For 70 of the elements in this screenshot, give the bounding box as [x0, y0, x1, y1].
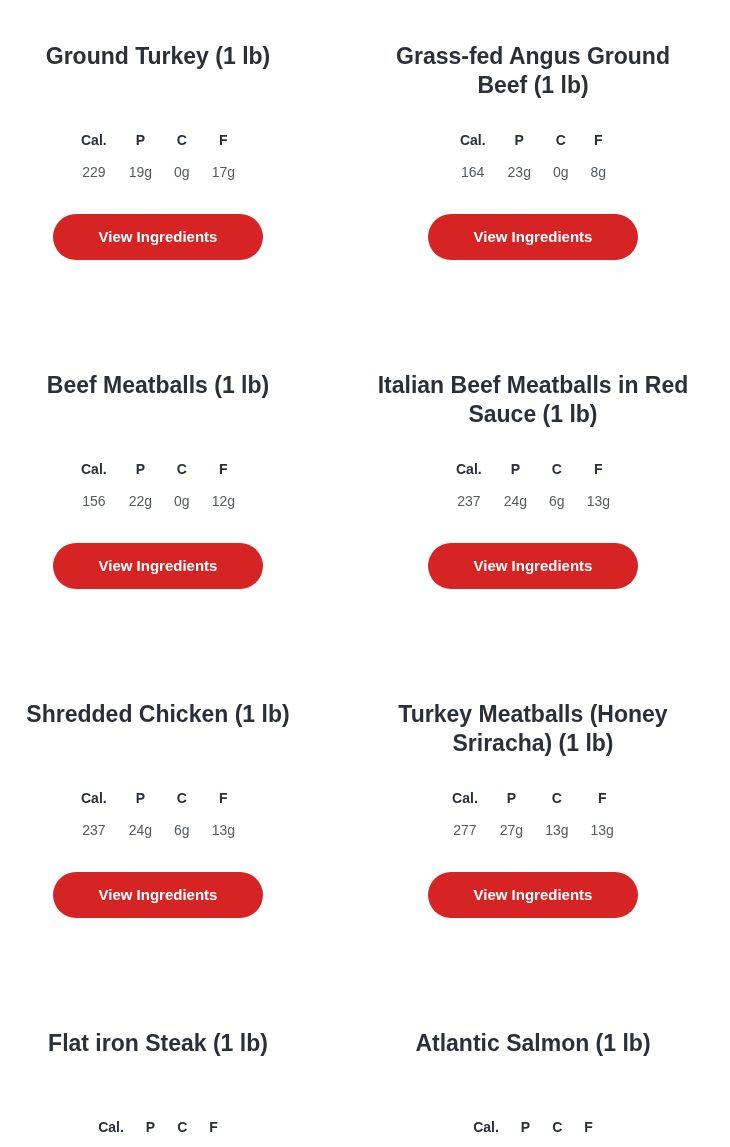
nutrition-value: 156 — [82, 493, 106, 509]
nutrition-value: 27g — [499, 822, 524, 838]
nutrition-value: 237 — [457, 493, 481, 509]
nutrition-value: 0g — [552, 164, 569, 180]
nutrition-value: 8g — [590, 164, 607, 180]
product-title: Atlantic Salmon (1 lb) — [415, 1029, 651, 1058]
nutrition-label: F — [594, 132, 603, 148]
nutrition-label: F — [594, 461, 603, 477]
nutrition-value: 17g — [211, 164, 235, 180]
view-ingredients-button[interactable]: View Ingredients — [53, 214, 263, 260]
nutrition-label: P — [514, 132, 524, 148]
product-title: Ground Turkey (1 lb) — [45, 42, 271, 71]
nutrition-label: Cal. — [81, 790, 107, 806]
nutrition-label: F — [584, 1119, 593, 1135]
nutrition-label: C — [552, 1119, 563, 1135]
nutrition-label: C — [177, 1119, 188, 1135]
nutrition-value: 0g — [174, 493, 190, 509]
product-title: Turkey Meatballs (Honey Sriracha) (1 lb) — [397, 700, 669, 758]
nutrition-value: 229 — [82, 164, 106, 180]
product-title: Flat iron Steak (1 lb) — [48, 1029, 268, 1058]
nutrition-label: F — [209, 1119, 218, 1135]
nutrition-label: Cal. — [81, 461, 107, 477]
nutrition-label: Cal. — [456, 461, 482, 477]
nutrition-value: 19g — [128, 164, 153, 180]
nutrition-label: P — [510, 461, 521, 477]
nutrition-label: Cal. — [459, 132, 486, 148]
nutrition-value: 164 — [461, 164, 485, 180]
nutrition-label: F — [219, 132, 228, 148]
nutrition-label: C — [176, 132, 187, 148]
product-title: Italian Beef Meatballs in Red Sauce (1 lb) — [376, 371, 690, 429]
view-ingredients-button[interactable]: View Ingredients — [53, 543, 263, 589]
nutrition-value: 23g — [507, 164, 531, 180]
nutrition-value: 24g — [128, 822, 153, 838]
nutrition-value: 22g — [128, 493, 153, 509]
nutrition-label: Cal. — [81, 132, 107, 148]
nutrition-label: P — [135, 790, 146, 806]
view-ingredients-button[interactable]: View Ingredients — [428, 543, 638, 589]
product-title: Shredded Chicken (1 lb) — [26, 700, 290, 729]
view-ingredients-button[interactable]: View Ingredients — [428, 214, 638, 260]
view-ingredients-button[interactable]: View Ingredients — [53, 872, 263, 918]
nutrition-label: C — [555, 132, 566, 148]
nutrition-label: F — [219, 461, 228, 477]
nutrition-value: 6g — [174, 822, 190, 838]
nutrition-value: 24g — [503, 493, 528, 509]
nutrition-label: Cal. — [452, 790, 478, 806]
nutrition-label: C — [176, 461, 187, 477]
nutrition-label: Cal. — [473, 1119, 499, 1135]
nutrition-value: 13g — [211, 822, 235, 838]
product-title: Beef Meatballs (1 lb) — [46, 371, 270, 400]
nutrition-label: Cal. — [98, 1119, 124, 1135]
nutrition-label: C — [551, 790, 562, 806]
nutrition-value: 13g — [545, 822, 569, 838]
nutrition-label: P — [145, 1119, 156, 1135]
nutrition-label: P — [135, 132, 146, 148]
nutrition-value: 13g — [590, 822, 614, 838]
nutrition-label: F — [219, 790, 228, 806]
nutrition-label: P — [506, 790, 517, 806]
product-title: Grass-fed Angus Ground Beef (1 lb) — [395, 42, 671, 100]
nutrition-value: 13g — [586, 493, 610, 509]
nutrition-value: 0g — [174, 164, 190, 180]
nutrition-label: F — [597, 790, 607, 806]
nutrition-label: C — [176, 790, 187, 806]
nutrition-label: C — [551, 461, 562, 477]
nutrition-value: 237 — [82, 822, 106, 838]
nutrition-label: P — [520, 1119, 531, 1135]
view-ingredients-button[interactable]: View Ingredients — [428, 872, 638, 918]
nutrition-label: P — [135, 461, 146, 477]
nutrition-value: 277 — [453, 822, 477, 838]
nutrition-value: 6g — [549, 493, 565, 509]
nutrition-value: 12g — [211, 493, 235, 509]
